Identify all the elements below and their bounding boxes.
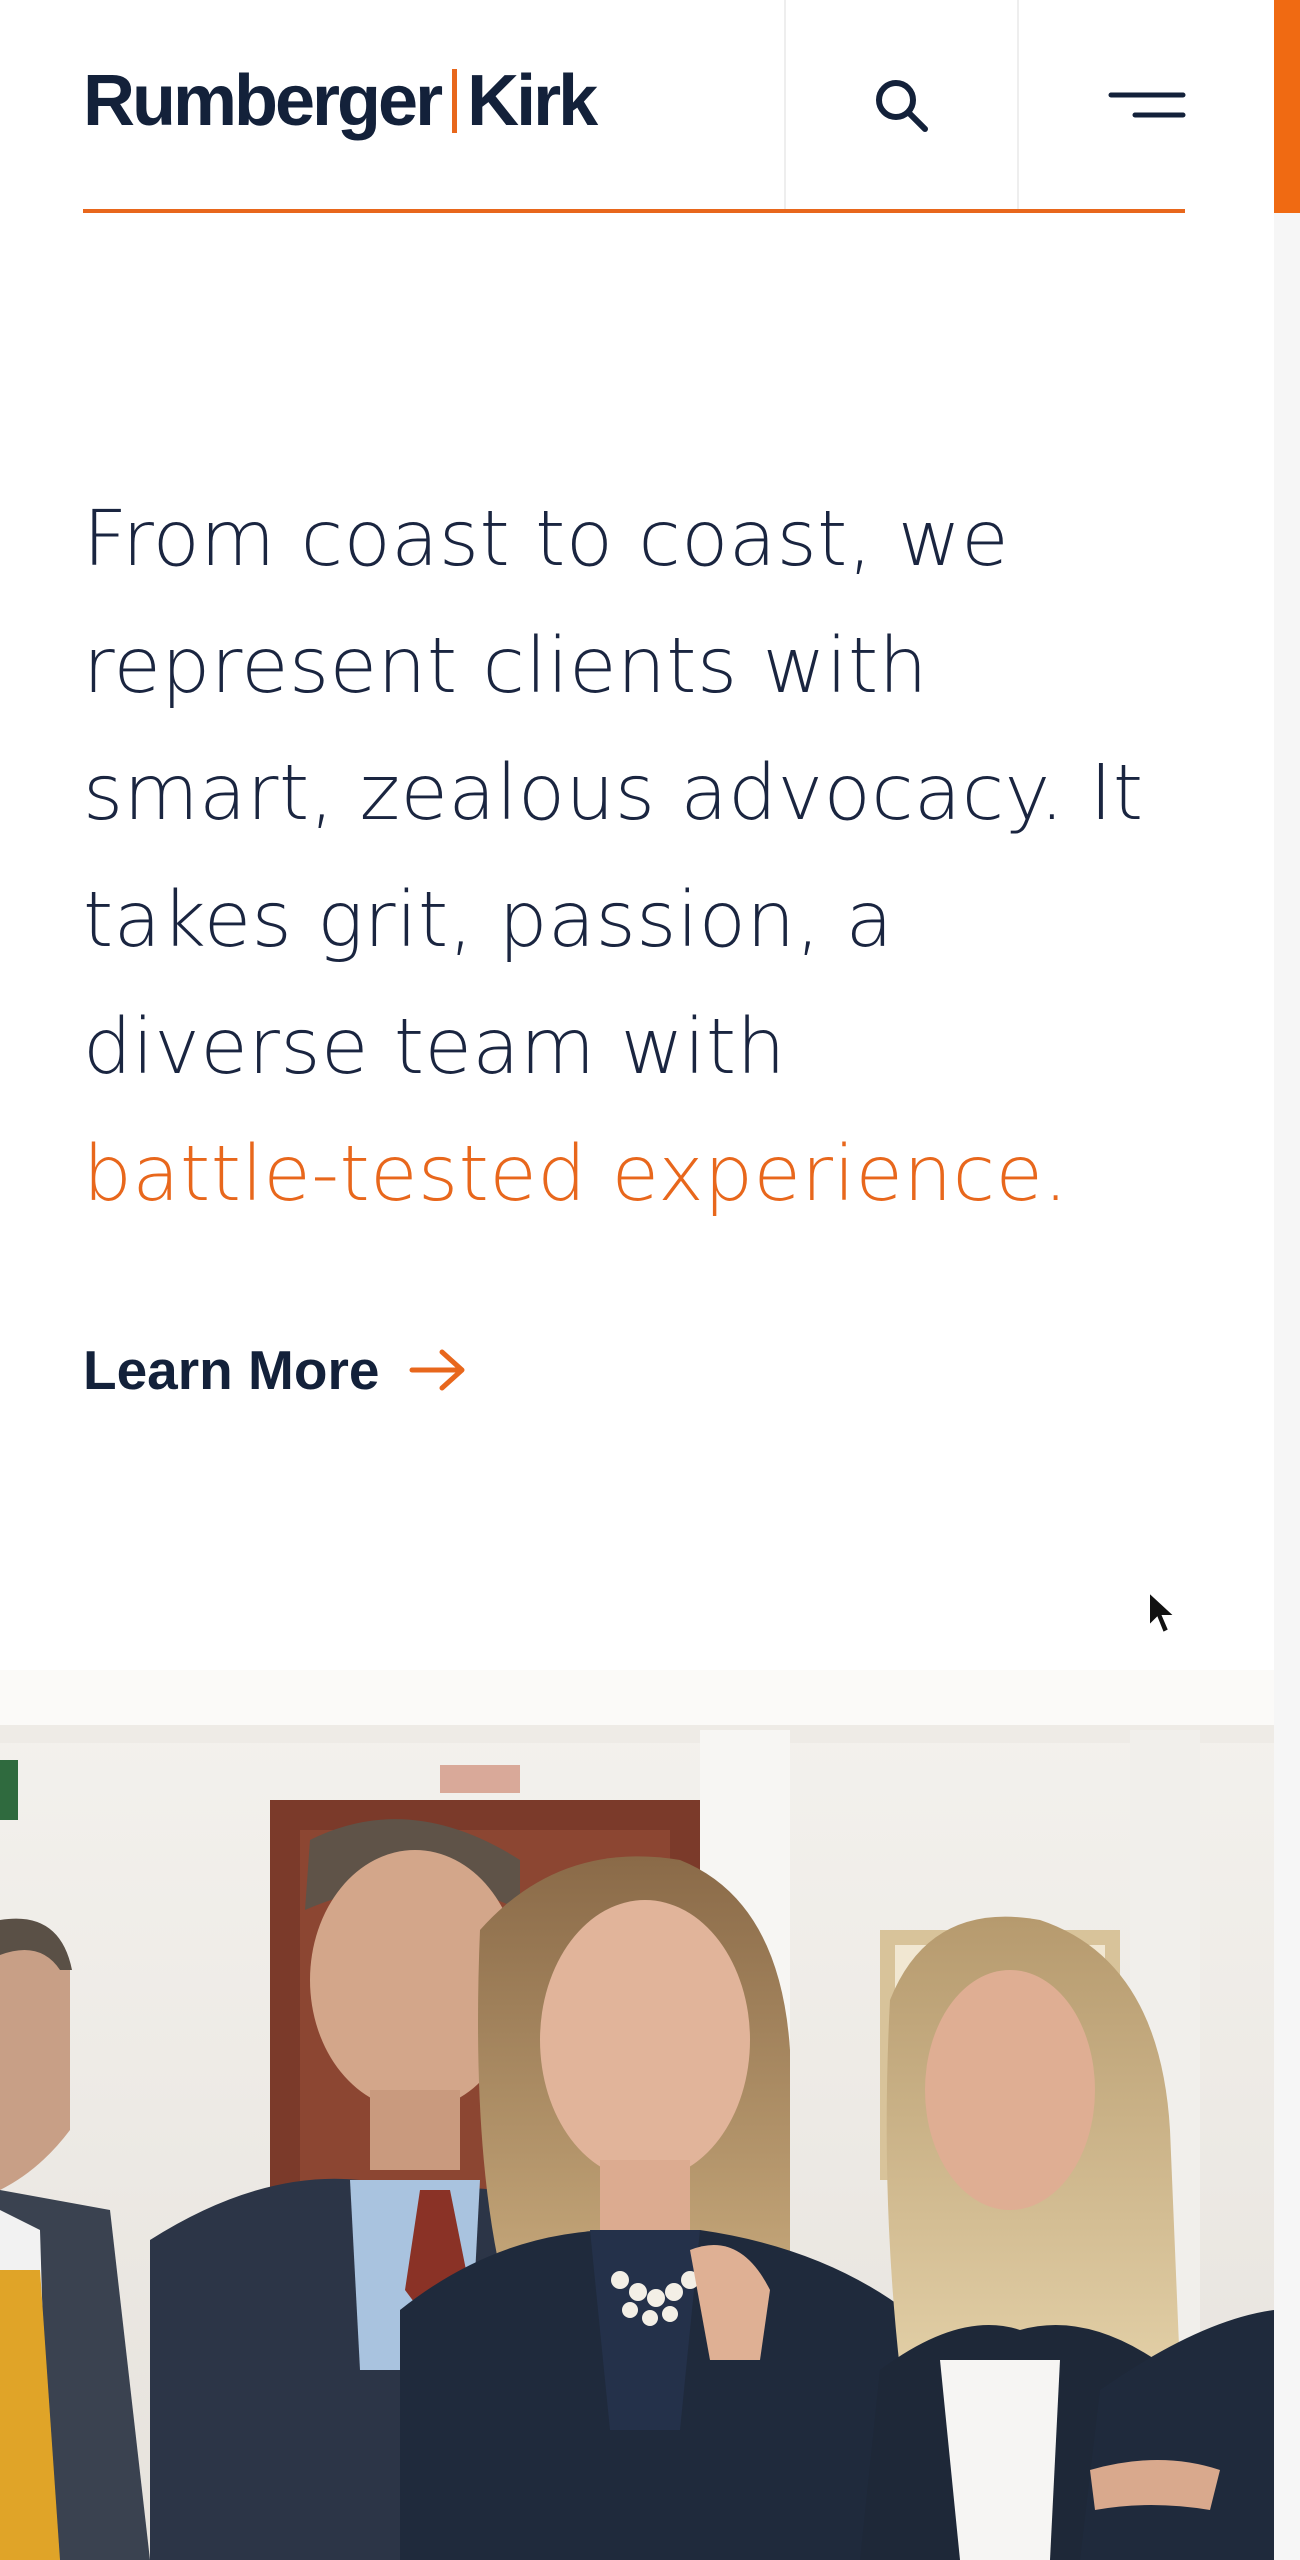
search-icon <box>876 80 928 132</box>
hero-statement: From coast to coast, we represent client… <box>83 476 1203 1238</box>
team-photo-illustration <box>0 1670 1274 2560</box>
logo-divider <box>452 69 458 133</box>
mouse-cursor-icon <box>1148 1590 1178 1635</box>
search-button[interactable] <box>786 0 1018 212</box>
header-divider <box>1017 0 1019 212</box>
logo[interactable]: Rumberger Kirk <box>83 56 598 146</box>
header-accent-rule <box>83 209 1185 213</box>
logo-text-rumberger: Rumberger <box>83 61 443 141</box>
hero-text: From coast to coast, we represent client… <box>83 495 1144 1092</box>
scrollbar-track[interactable] <box>1274 0 1300 2560</box>
site-header: Rumberger Kirk <box>0 0 1274 214</box>
arrow-right-icon <box>409 1349 465 1391</box>
learn-more-link[interactable]: Learn More <box>83 1330 467 1410</box>
hero-accent-text: battle-tested experience. <box>83 1130 1069 1219</box>
team-photo <box>0 1670 1274 2560</box>
logo-text-kirk: Kirk <box>467 61 598 141</box>
menu-button[interactable] <box>1020 0 1274 212</box>
hamburger-menu-icon <box>1108 92 1186 118</box>
scrollbar-thumb[interactable] <box>1274 0 1300 213</box>
learn-more-label: Learn More <box>83 1339 380 1401</box>
